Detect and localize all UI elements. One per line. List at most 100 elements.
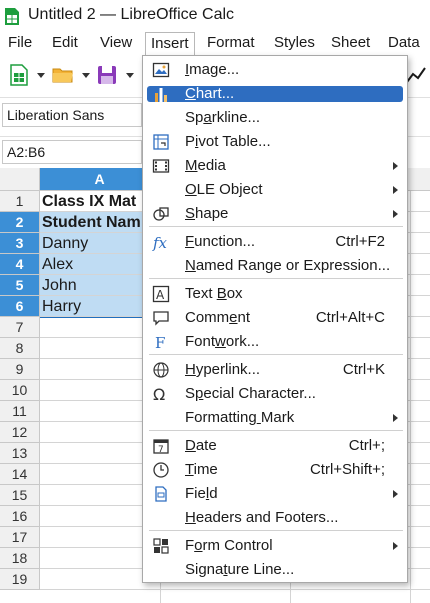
chart-toolbar-icon[interactable] [405,64,427,86]
open-folder-icon[interactable] [52,64,74,86]
grid-line [40,589,430,590]
menu-file[interactable]: File [8,34,32,51]
menu-item-form-control[interactable]: Form Control [143,534,407,558]
save-dropdown-arrow[interactable] [126,73,134,78]
name-box[interactable]: A2:B6 [2,140,142,164]
menu-item-time[interactable]: Time Ctrl+Shift+; [143,458,407,482]
menu-item-text-box[interactable]: A Text Box [143,282,407,306]
menu-item-label: Field [185,485,218,502]
row-header[interactable]: 14 [0,464,40,485]
save-icon[interactable] [96,64,118,86]
row-header[interactable]: 17 [0,527,40,548]
svg-text:A: A [156,288,165,302]
menu-view[interactable]: View [100,34,132,51]
svg-text:F: F [155,334,165,351]
fontwork-icon: F [152,333,170,352]
row-header[interactable]: 19 [0,569,40,590]
menu-item-ole-object[interactable]: OLE Object [143,178,407,202]
title-bar: Untitled 2 — LibreOffice Calc [0,0,430,32]
menu-separator [149,430,403,431]
image-icon [152,61,170,79]
menu-item-label: Image... [185,61,240,78]
menu-item-chart[interactable]: Chart... [143,82,407,106]
menu-item-formatting-mark[interactable]: Formatting Mark [143,406,407,430]
menu-styles[interactable]: Styles [274,34,315,51]
menu-item-sparkline[interactable]: Sparkline... [143,106,407,130]
menu-insert[interactable]: Insert [145,32,195,56]
menu-item-label: Hyperlink... [185,361,261,378]
row-header[interactable]: 2 [0,212,40,233]
row-header[interactable]: 1 [0,191,40,212]
menu-item-field[interactable]: Field [143,482,407,506]
menu-format[interactable]: Format [207,34,255,51]
new-dropdown-arrow[interactable] [37,73,45,78]
menu-item-hyperlink[interactable]: Hyperlink... Ctrl+K [143,358,407,382]
chart-icon [152,85,170,103]
menu-item-shape[interactable]: Shape [143,202,407,226]
menu-item-media[interactable]: Media [143,154,407,178]
row-header[interactable]: 12 [0,422,40,443]
menu-item-function[interactable]: fx Function... Ctrl+F2 [143,230,407,254]
menu-item-label: Form Control [185,537,273,554]
calc-app-icon [5,8,19,25]
menu-item-label: OLE Object [185,181,263,198]
row-header[interactable]: 10 [0,380,40,401]
menu-item-fontwork[interactable]: F Fontwork... [143,330,407,354]
submenu-arrow-icon [393,414,398,422]
row-header[interactable]: 8 [0,338,40,359]
menu-item-label: Fontwork... [185,333,260,350]
menu-item-special-character[interactable]: Ω Special Character... [143,382,407,406]
menu-item-date[interactable]: 7 Date Ctrl+; [143,434,407,458]
menu-item-headers-and-footers[interactable]: Headers and Footers... [143,506,407,530]
menu-item-label: Special Character... [185,385,316,402]
menu-item-signature-line[interactable]: Signature Line... [143,558,407,582]
time-icon [152,461,170,479]
svg-text:Ω: Ω [153,385,165,403]
row-header[interactable]: 4 [0,254,40,275]
function-icon: fx [152,233,170,252]
row-header[interactable]: 13 [0,443,40,464]
row-header[interactable]: 18 [0,548,40,569]
field-icon [152,485,170,503]
row-header[interactable]: 6 [0,296,40,317]
menu-data[interactable]: Data [388,34,420,51]
row-header[interactable]: 11 [0,401,40,422]
menu-sheet[interactable]: Sheet [331,34,370,51]
row-header[interactable]: 9 [0,359,40,380]
menu-item-label: Headers and Footers... [185,509,339,526]
submenu-arrow-icon [393,490,398,498]
row-header[interactable]: 3 [0,233,40,254]
menu-separator [149,226,403,227]
menu-item-label: Signature Line... [185,561,295,578]
menu-item-comment[interactable]: Comment Ctrl+Alt+C [143,306,407,330]
svg-text:7: 7 [158,445,164,455]
menu-item-pivot-table[interactable]: Pivot Table... [143,130,407,154]
submenu-arrow-icon [393,186,398,194]
new-spreadsheet-icon[interactable] [8,64,30,86]
date-icon: 7 [152,437,170,455]
menu-item-label: Pivot Table... [185,133,271,150]
media-icon [152,157,170,175]
special-character-icon: Ω [152,385,170,404]
menu-bar: File Edit View Insert Format Styles Shee… [0,32,430,56]
menu-item-label: Function... [185,233,256,250]
menu-item-label: Shape [185,205,229,222]
select-all-corner[interactable] [0,168,40,191]
row-header[interactable]: 15 [0,485,40,506]
row-header[interactable]: 7 [0,317,40,338]
menu-separator [149,530,403,531]
menu-item-shortcut: Ctrl+; [348,437,385,454]
menu-edit[interactable]: Edit [52,34,78,51]
menu-separator [149,354,403,355]
shape-icon [152,205,170,223]
open-dropdown-arrow[interactable] [82,73,90,78]
submenu-arrow-icon [393,210,398,218]
menu-item-shortcut: Ctrl+K [342,361,385,378]
font-name-box[interactable]: Liberation Sans [2,103,142,127]
menu-item-image[interactable]: Image... [143,58,407,82]
menu-item-named-range-or-expression[interactable]: Named Range or Expression... [143,254,407,278]
submenu-arrow-icon [393,542,398,550]
pivot-table-icon [152,133,170,151]
row-header[interactable]: 5 [0,275,40,296]
row-header[interactable]: 16 [0,506,40,527]
